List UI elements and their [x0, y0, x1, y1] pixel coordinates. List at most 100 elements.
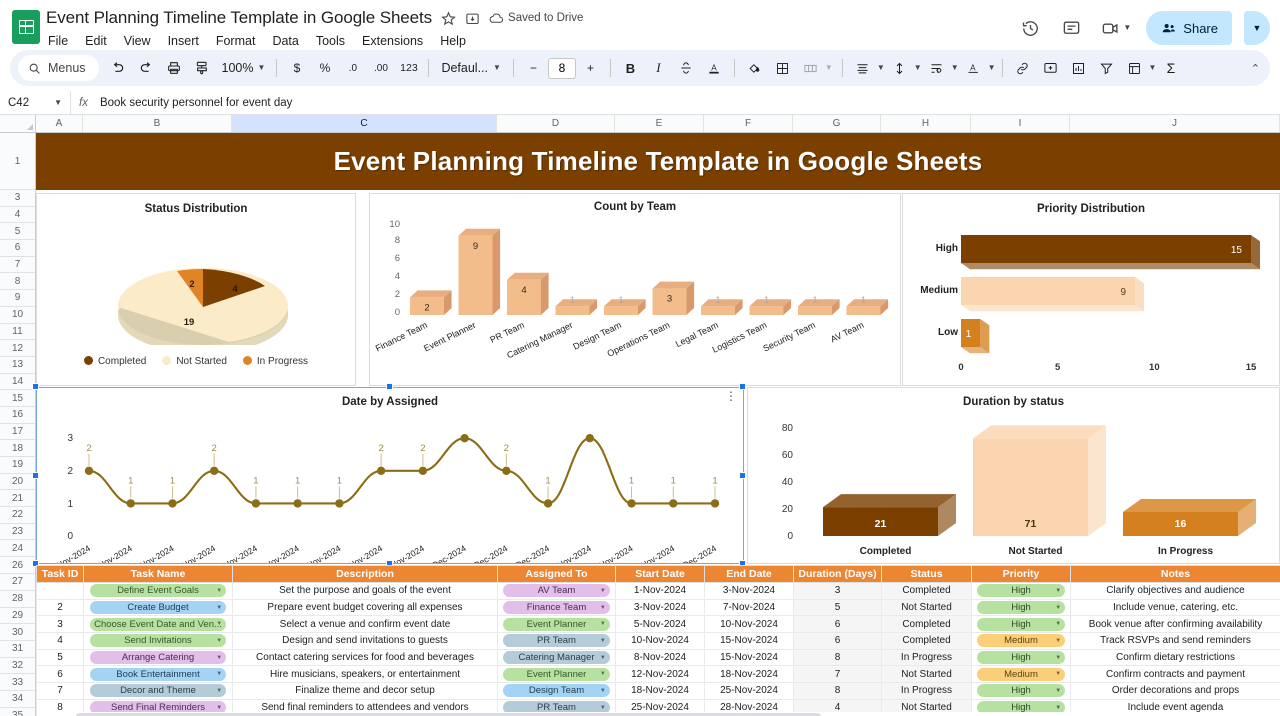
- text-rotation-icon[interactable]: A: [960, 55, 987, 82]
- chevron-down-icon[interactable]: ▼: [216, 705, 222, 711]
- chart-resize-handle-tl[interactable]: [32, 383, 39, 390]
- chip[interactable]: Event Planner ▼: [503, 617, 610, 631]
- chart-date-by-assigned[interactable]: Date by Assigned ⋮ 3 2 1 0 2 1 1 2 1 1 1 2 2 2 1 1 1 1 …: [36, 387, 744, 564]
- row-header-18[interactable]: 18: [0, 440, 35, 457]
- merge-cells-icon[interactable]: [797, 55, 824, 82]
- row-header-24[interactable]: 24: [0, 540, 35, 558]
- cell-priority[interactable]: High ▼: [971, 682, 1071, 700]
- text-color-button[interactable]: A: [701, 55, 728, 82]
- increase-decimal-button[interactable]: .00: [367, 55, 394, 82]
- row-header-12[interactable]: 12: [0, 340, 35, 357]
- chevron-down-icon[interactable]: ▼: [825, 64, 833, 72]
- font-size-input[interactable]: 8: [547, 57, 576, 79]
- column-header-h[interactable]: H: [881, 115, 971, 132]
- chip[interactable]: High ▼: [976, 684, 1066, 698]
- bold-button[interactable]: B: [617, 55, 644, 82]
- cell-priority[interactable]: High ▼: [971, 598, 1071, 617]
- chevron-down-icon[interactable]: ▼: [877, 64, 885, 72]
- menu-extensions[interactable]: Extensions: [360, 33, 425, 49]
- chevron-down-icon[interactable]: ▼: [1055, 671, 1061, 677]
- share-button[interactable]: Share: [1146, 11, 1232, 45]
- fill-color-icon[interactable]: [741, 55, 768, 82]
- collapse-toolbar-icon[interactable]: ⌃: [1251, 62, 1260, 75]
- chevron-down-icon[interactable]: ▼: [216, 688, 222, 694]
- percent-format-button[interactable]: %: [311, 55, 338, 82]
- chip[interactable]: Event Planner ▼: [503, 667, 610, 681]
- row-header-17[interactable]: 17: [0, 423, 35, 441]
- column-header-a[interactable]: A: [36, 115, 83, 132]
- chip[interactable]: High ▼: [976, 584, 1066, 598]
- row-header-30[interactable]: 30: [0, 624, 35, 641]
- chart-resize-handle-ml[interactable]: [32, 472, 39, 479]
- chart-resize-handle-mr[interactable]: [739, 472, 746, 479]
- chevron-down-icon[interactable]: ▼: [600, 605, 606, 611]
- chip[interactable]: Book Entertainment ▼: [89, 667, 227, 681]
- chart-count-by-team[interactable]: Count by Team 10 8 6 4 2 0 2 9 4 1 1 3 1 1 1 1 Finan…: [369, 193, 901, 386]
- menu-help[interactable]: Help: [438, 33, 468, 49]
- row-header-11[interactable]: 11: [0, 323, 35, 341]
- chevron-down-icon[interactable]: ▼: [600, 705, 606, 711]
- share-options-caret[interactable]: ▼: [1244, 11, 1270, 45]
- row-header-22[interactable]: 22: [0, 507, 35, 524]
- cell-task-name[interactable]: Decor and Theme ▼: [83, 682, 233, 700]
- row-header-14[interactable]: 14: [0, 373, 35, 391]
- insert-chart-icon[interactable]: [1065, 55, 1092, 82]
- more-formats-button[interactable]: 123: [395, 55, 422, 82]
- menu-view[interactable]: View: [122, 33, 153, 49]
- menu-file[interactable]: File: [46, 33, 70, 49]
- cell-task-name[interactable]: Arrange Catering ▼: [83, 648, 233, 667]
- column-header-f[interactable]: F: [704, 115, 793, 132]
- column-header-b[interactable]: B: [83, 115, 232, 132]
- horizontal-align-icon[interactable]: [849, 55, 876, 82]
- functions-menu-icon[interactable]: [1121, 55, 1148, 82]
- insert-comment-icon[interactable]: [1037, 55, 1064, 82]
- cell-assigned-to[interactable]: Design Team ▼: [497, 682, 616, 700]
- formula-input[interactable]: Book security personnel for event day: [96, 97, 292, 109]
- row-header-6[interactable]: 6: [0, 240, 35, 257]
- chart-resize-handle-tc[interactable]: [386, 383, 393, 390]
- chevron-down-icon[interactable]: ▼: [216, 671, 222, 677]
- row-header-32[interactable]: 32: [0, 657, 35, 675]
- chevron-down-icon[interactable]: ▼: [1149, 64, 1157, 72]
- row-header-29[interactable]: 29: [0, 607, 35, 625]
- chevron-down-icon[interactable]: ▼: [988, 64, 996, 72]
- zoom-selector[interactable]: 100% ▼: [217, 55, 271, 82]
- chevron-down-icon[interactable]: ▼: [216, 638, 222, 644]
- row-header-16[interactable]: 16: [0, 406, 35, 424]
- increase-font-size-button[interactable]: +: [577, 55, 604, 82]
- menus-search-button[interactable]: Menus: [18, 55, 99, 81]
- chevron-down-icon[interactable]: ▼: [600, 655, 606, 661]
- chevron-down-icon[interactable]: ▼: [600, 638, 606, 644]
- comment-icon[interactable]: [1056, 13, 1086, 43]
- chip[interactable]: High ▼: [976, 651, 1066, 665]
- menu-format[interactable]: Format: [214, 33, 258, 49]
- chart-resize-handle-tr[interactable]: [739, 383, 746, 390]
- sum-icon[interactable]: Σ: [1157, 55, 1184, 82]
- font-family-selector[interactable]: Defaul... ▼: [435, 55, 506, 82]
- row-header-19[interactable]: 19: [0, 457, 35, 474]
- chevron-down-icon[interactable]: ▼: [1055, 638, 1061, 644]
- cell-priority[interactable]: High ▼: [971, 615, 1071, 634]
- vertical-align-icon[interactable]: [886, 55, 913, 82]
- insert-link-icon[interactable]: [1009, 55, 1036, 82]
- chip[interactable]: PR Team ▼: [503, 634, 610, 648]
- column-header-c[interactable]: C: [232, 115, 497, 132]
- cell-assigned-to[interactable]: Catering Manager ▼: [497, 648, 616, 667]
- row-header-10[interactable]: 10: [0, 306, 35, 324]
- cell-assigned-to[interactable]: Event Planner ▼: [497, 665, 616, 684]
- cell-priority[interactable]: Medium ▼: [971, 665, 1071, 684]
- menu-edit[interactable]: Edit: [83, 33, 109, 49]
- move-to-folder-icon[interactable]: [465, 11, 480, 26]
- text-wrap-icon[interactable]: [923, 55, 950, 82]
- chip[interactable]: Finance Team ▼: [503, 601, 610, 615]
- chevron-down-icon[interactable]: ▼: [600, 621, 606, 627]
- name-box[interactable]: C42 ▼: [8, 97, 70, 109]
- chip[interactable]: Medium ▼: [976, 667, 1066, 681]
- chevron-down-icon[interactable]: ▼: [216, 588, 222, 594]
- chevron-down-icon[interactable]: ▼: [600, 671, 606, 677]
- row-header-7[interactable]: 7: [0, 256, 35, 274]
- borders-icon[interactable]: [769, 55, 796, 82]
- chevron-down-icon[interactable]: ▼: [216, 605, 222, 611]
- row-header-27[interactable]: 27: [0, 574, 35, 591]
- chevron-down-icon[interactable]: ▼: [914, 64, 922, 72]
